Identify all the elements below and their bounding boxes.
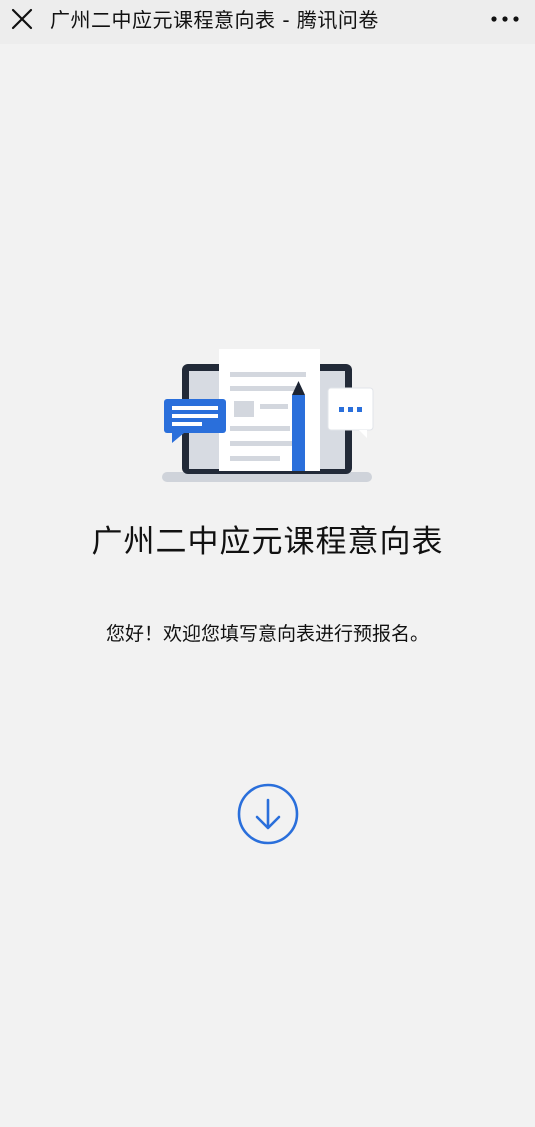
survey-title: 广州二中应元课程意向表 — [91, 524, 444, 560]
more-icon — [491, 16, 519, 22]
scroll-down-button[interactable] — [237, 783, 299, 845]
top-bar: 广州二中应元课程意向表 - 腾讯问卷 — [0, 0, 535, 44]
close-button[interactable] — [8, 5, 36, 33]
main-content: 广州二中应元课程意向表 您好！欢迎您填写意向表进行预报名。 — [0, 44, 535, 1127]
arrow-down-circle-icon — [237, 783, 299, 845]
close-icon — [11, 8, 33, 30]
more-button[interactable] — [489, 6, 521, 32]
page-title: 广州二中应元课程意向表 - 腾讯问卷 — [50, 8, 379, 32]
survey-laptop-illustration — [162, 349, 374, 482]
welcome-text: 您好！欢迎您填写意向表进行预报名。 — [105, 623, 429, 645]
